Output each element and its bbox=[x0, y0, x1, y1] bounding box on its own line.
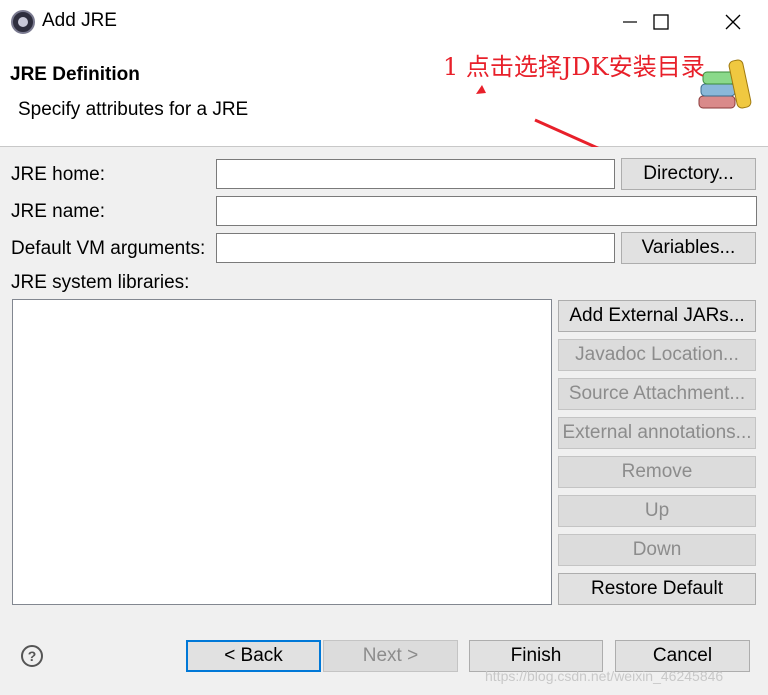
vm-args-label: Default VM arguments: bbox=[11, 238, 206, 259]
jre-name-label: JRE name: bbox=[11, 201, 105, 222]
restore-default-button[interactable]: Restore Default bbox=[558, 573, 756, 605]
remove-button[interactable]: Remove bbox=[558, 456, 756, 488]
jre-home-label: JRE home: bbox=[11, 164, 105, 185]
close-icon bbox=[725, 14, 741, 30]
maximize-icon bbox=[653, 14, 669, 30]
jre-name-input[interactable] bbox=[216, 196, 757, 226]
javadoc-location-button[interactable]: Javadoc Location... bbox=[558, 339, 756, 371]
external-annotations-button[interactable]: External annotations... bbox=[558, 417, 756, 449]
watermark: https://blog.csdn.net/weixin_46245846 bbox=[485, 668, 724, 684]
window-title: Add JRE bbox=[42, 10, 117, 31]
back-button[interactable]: < Back bbox=[186, 640, 321, 672]
variables-button[interactable]: Variables... bbox=[621, 232, 756, 264]
header-title: JRE Definition bbox=[10, 64, 140, 85]
header-subtitle: Specify attributes for a JRE bbox=[18, 99, 249, 120]
eclipse-icon bbox=[11, 10, 35, 34]
vm-args-input[interactable] bbox=[216, 233, 615, 263]
title-bar: Add JRE bbox=[0, 0, 768, 44]
books-icon bbox=[698, 59, 752, 109]
add-external-jars-button[interactable]: Add External JARs... bbox=[558, 300, 756, 332]
annotation-text: 1 点击选择JDK安装目录 bbox=[443, 53, 705, 81]
directory-button[interactable]: Directory... bbox=[621, 158, 756, 190]
jre-libraries-label: JRE system libraries: bbox=[11, 272, 190, 293]
source-attachment-button[interactable]: Source Attachment... bbox=[558, 378, 756, 410]
maximize-button[interactable] bbox=[631, 0, 691, 44]
up-button[interactable]: Up bbox=[558, 495, 756, 527]
jre-home-input[interactable] bbox=[216, 159, 615, 189]
jre-libraries-list[interactable] bbox=[12, 299, 552, 605]
next-button[interactable]: Next > bbox=[323, 640, 458, 672]
help-icon[interactable]: ? bbox=[21, 645, 43, 667]
close-button[interactable] bbox=[703, 0, 763, 44]
down-button[interactable]: Down bbox=[558, 534, 756, 566]
